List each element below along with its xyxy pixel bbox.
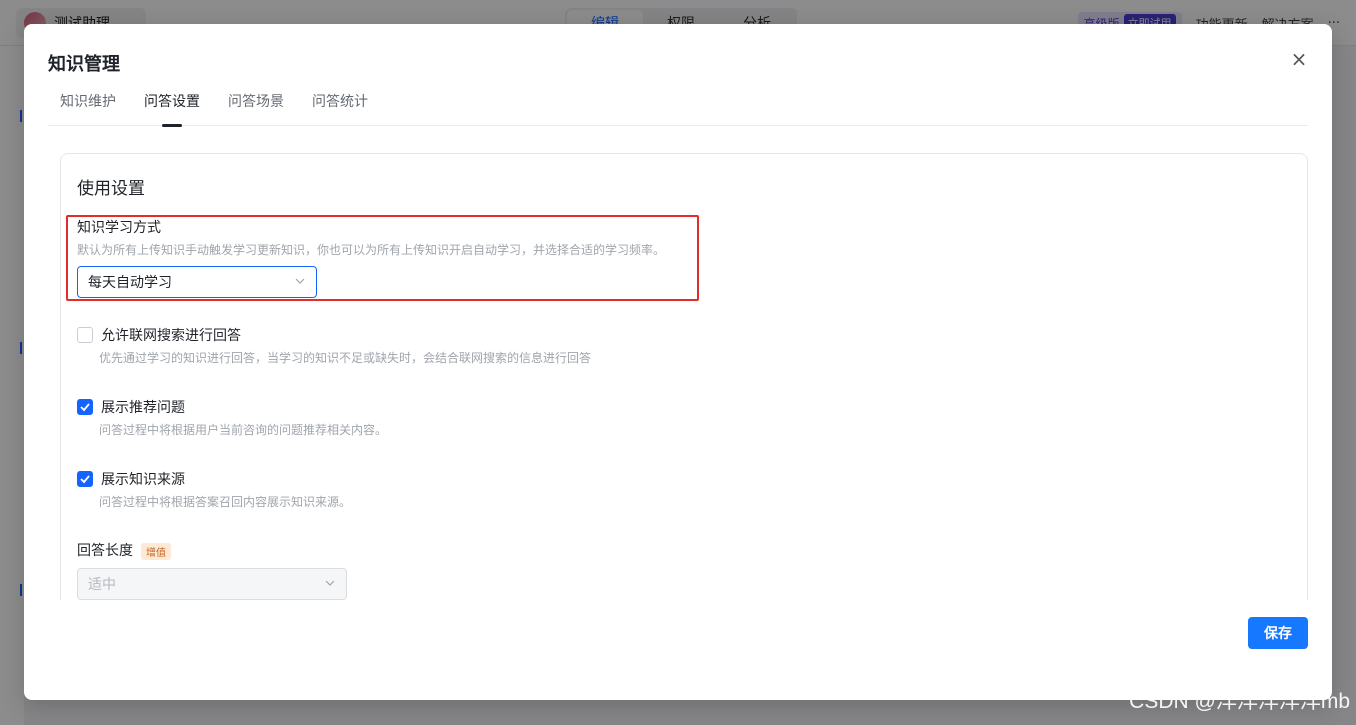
section-title: 使用设置: [77, 179, 145, 199]
option-web-search: 允许联网搜索进行回答: [77, 325, 241, 345]
settings-panel: 使用设置 知识学习方式 默认为所有上传知识手动触发学习更新知识，你也可以为所有上…: [60, 153, 1308, 600]
option-recommended-questions: 展示推荐问题: [77, 397, 185, 417]
tab-qa-settings[interactable]: 问答设置: [132, 90, 212, 126]
web-search-label: 允许联网搜索进行回答: [101, 328, 241, 344]
answer-length-select[interactable]: 适中: [77, 568, 347, 600]
knowledge-source-label: 展示知识来源: [101, 472, 185, 488]
tab-knowledge-maintenance[interactable]: 知识维护: [48, 90, 128, 126]
learning-mode-select[interactable]: 每天自动学习: [77, 266, 317, 298]
option-knowledge-source: 展示知识来源: [77, 469, 185, 489]
chevron-down-icon: [294, 275, 306, 290]
knowledge-source-description: 问答过程中将根据答案召回内容展示知识来源。: [99, 495, 352, 509]
learning-mode-description: 默认为所有上传知识手动触发学习更新知识，你也可以为所有上传知识开启自动学习，并选…: [77, 243, 666, 257]
watermark: CSDN @洋洋洋洋洋mb: [1129, 690, 1350, 713]
recommended-questions-label: 展示推荐问题: [101, 400, 185, 416]
value-added-badge: 增值: [141, 542, 171, 560]
knowledge-modal: 知识管理 × 知识维护 问答设置 问答场景 问答统计 使用设置 知识学习方式 默…: [24, 24, 1332, 700]
tab-qa-scenarios[interactable]: 问答场景: [216, 90, 296, 126]
modal-title: 知识管理: [48, 54, 120, 75]
recommended-questions-description: 问答过程中将根据用户当前咨询的问题推荐相关内容。: [99, 423, 388, 437]
save-button[interactable]: 保存: [1248, 617, 1308, 649]
chevron-down-icon: [324, 577, 336, 592]
close-icon[interactable]: ×: [1288, 47, 1310, 71]
recommended-questions-checkbox[interactable]: [77, 399, 93, 415]
web-search-description: 优先通过学习的知识进行回答，当学习的知识不足或缺失时，会结合联网搜索的信息进行回…: [99, 351, 592, 365]
tab-qa-statistics[interactable]: 问答统计: [300, 90, 380, 126]
modal-tabs: 知识维护 问答设置 问答场景 问答统计: [48, 90, 1308, 126]
web-search-checkbox[interactable]: [77, 327, 93, 343]
knowledge-source-checkbox[interactable]: [77, 471, 93, 487]
answer-length-text: 回答长度: [77, 543, 133, 559]
learning-mode-label: 知识学习方式: [77, 220, 161, 236]
learning-mode-value: 每天自动学习: [88, 275, 172, 291]
answer-length-value: 适中: [88, 577, 116, 593]
answer-length-label: 回答长度 增值: [77, 540, 171, 560]
